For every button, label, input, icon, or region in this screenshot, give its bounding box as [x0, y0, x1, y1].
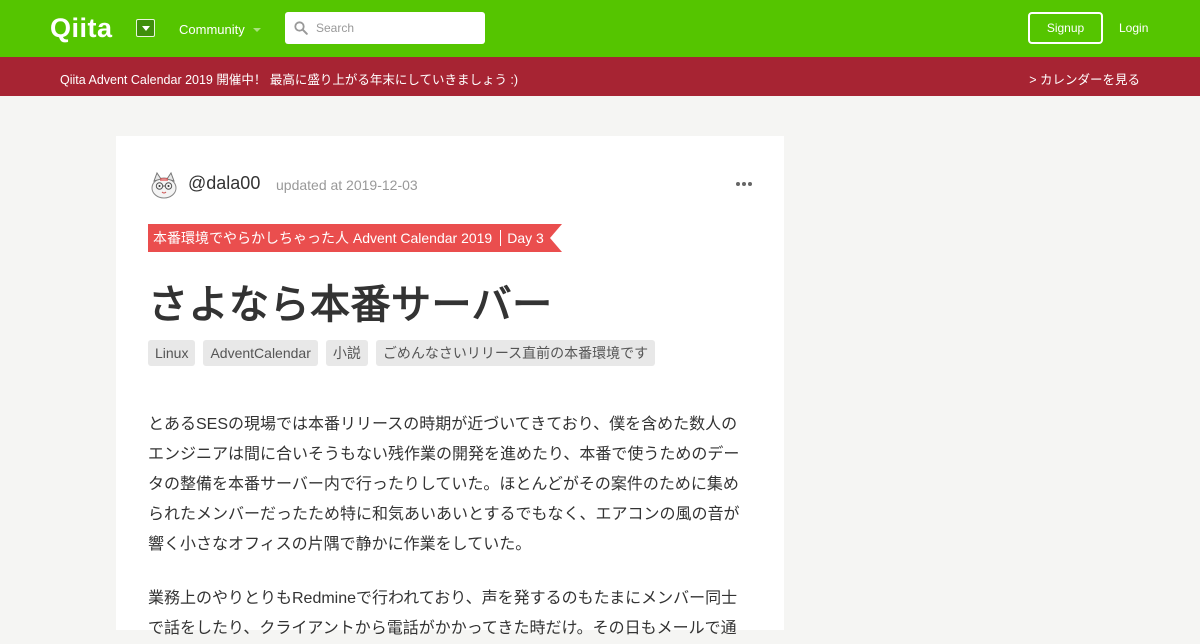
ribbon-tail: [549, 224, 562, 252]
tag-list: Linux AdventCalendar 小説 ごめんなさいリリース直前の本番環…: [148, 340, 656, 366]
top-navbar: Qiita Community Signup Login: [0, 0, 1200, 57]
search-input[interactable]: [316, 12, 481, 44]
dot: [742, 182, 746, 186]
advent-calendar-ribbon[interactable]: 本番環境でやらかしちゃった人 Advent Calendar 2019 Day …: [148, 224, 562, 252]
calendar-link[interactable]: > カレンダーを見る: [1029, 69, 1140, 88]
community-menu[interactable]: Community: [179, 22, 261, 37]
calendar-day: Day 3: [507, 230, 544, 246]
author-avatar[interactable]: [148, 169, 180, 201]
dot: [748, 182, 752, 186]
tag-adventcalendar[interactable]: AdventCalendar: [203, 340, 318, 366]
updated-date: updated at 2019-12-03: [276, 177, 418, 193]
article-title: さよなら本番サーバー: [148, 283, 553, 327]
community-label: Community: [179, 22, 245, 37]
caret-down-icon: [141, 25, 150, 31]
tag-novel[interactable]: 小説: [325, 340, 368, 366]
advent-calendar-banner: Qiita Advent Calendar 2019 開催中！ 最高に盛り上がる…: [0, 57, 1200, 96]
ribbon-body: 本番環境でやらかしちゃった人 Advent Calendar 2019 Day …: [148, 224, 550, 252]
logo-dropdown-button[interactable]: [136, 19, 155, 37]
search-box[interactable]: [285, 12, 485, 44]
ribbon-separator: [500, 230, 502, 246]
qiita-logo[interactable]: Qiita: [50, 13, 113, 43]
article-paragraph: 業務上のやりとりもRedmineで行われており、声を発するのもたまにメンバー同士…: [148, 590, 738, 637]
tag-linux[interactable]: Linux: [148, 340, 196, 366]
logo-text: Qiita: [50, 12, 113, 43]
article-card: @dala00 updated at 2019-12-03 本番環境でやらかしち…: [116, 136, 784, 637]
dot: [736, 182, 740, 186]
signup-button[interactable]: Signup: [1028, 12, 1103, 44]
chevron-down-icon: [252, 27, 261, 32]
search-icon: [294, 21, 308, 35]
login-link[interactable]: Login: [1119, 21, 1148, 35]
banner-text[interactable]: Qiita Advent Calendar 2019 開催中！ 最高に盛り上がる…: [60, 69, 518, 88]
author-username[interactable]: @dala00: [188, 173, 260, 194]
calendar-name: 本番環境でやらかしちゃった人 Advent Calendar 2019: [153, 230, 493, 246]
more-options-icon[interactable]: [736, 182, 752, 187]
article-paragraph: とあるSESの現場では本番リリースの時期が近づいてきており、僕を含めた数人のエン…: [148, 416, 740, 553]
tag-release[interactable]: ごめんなさいリリース直前の本番環境です: [375, 340, 656, 366]
